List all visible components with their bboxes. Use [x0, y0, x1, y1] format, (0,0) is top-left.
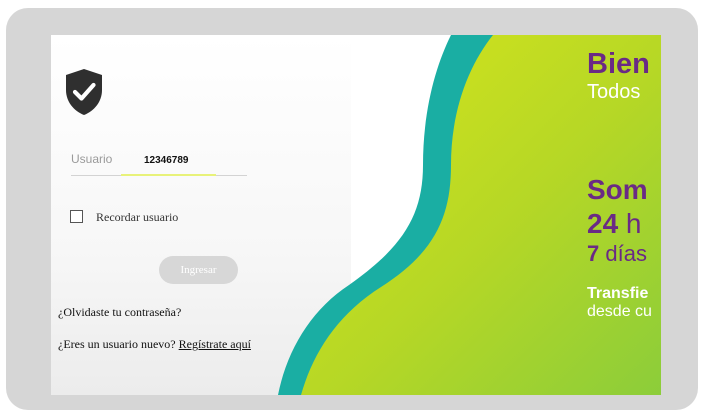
remember-user-label[interactable]: Recordar usuario	[96, 210, 178, 225]
username-focus-line	[121, 174, 216, 176]
remember-user-checkbox[interactable]	[70, 210, 83, 223]
promo-days-text: días	[599, 241, 647, 266]
login-button[interactable]: Ingresar	[159, 256, 238, 284]
forgot-password-link[interactable]: ¿Olvidaste tu contraseña?	[58, 305, 181, 320]
device-frame: Usuario 12346789 Recordar usuario Ingres…	[0, 0, 705, 417]
promo-transfer: Transfie	[587, 285, 649, 302]
username-input[interactable]: 12346789	[144, 155, 189, 166]
promo-hours-number: 24	[587, 208, 619, 239]
promo-welcome: Bien	[587, 48, 650, 80]
shield-check-icon	[66, 69, 102, 115]
promo-hours-text: h	[618, 208, 642, 239]
new-user-prompt: ¿Eres un usuario nuevo?	[58, 337, 176, 351]
login-screen: Usuario 12346789 Recordar usuario Ingres…	[51, 35, 661, 395]
promo-hours: 24 h	[587, 208, 642, 240]
promo-transfer-sub: desde cu	[587, 303, 652, 320]
promo-subtitle: Todos	[587, 81, 641, 103]
promo-days-number: 7	[587, 241, 600, 266]
new-user-row: ¿Eres un usuario nuevo? Regístrate aquí	[58, 337, 251, 352]
register-link[interactable]: Regístrate aquí	[179, 337, 251, 351]
promo-heading: Som	[587, 174, 648, 205]
promo-days: 7 días	[587, 241, 647, 267]
username-label: Usuario	[71, 152, 113, 166]
